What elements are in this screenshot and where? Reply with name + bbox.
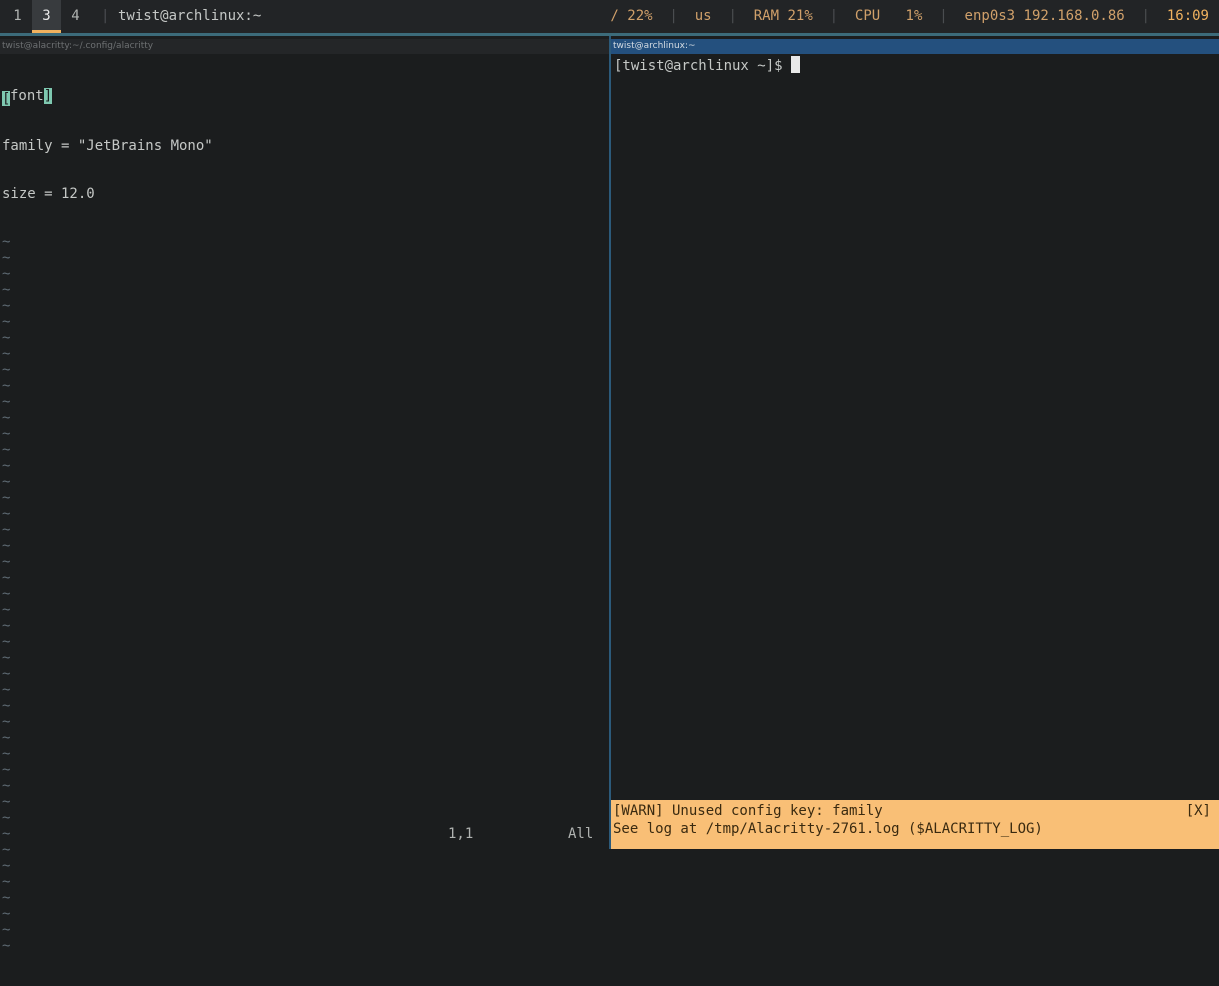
workspace-1-button[interactable]: 1 [3, 0, 32, 33]
cpu-label: CPU [854, 8, 881, 24]
vim-tilde-line: ~ [2, 762, 11, 778]
vim-tilde-line: ~ [2, 394, 11, 410]
vim-line-3: size = 12.0 [2, 186, 95, 202]
vim-tilde-line: ~ [2, 794, 11, 810]
vim-tilde-line: ~ [2, 826, 11, 842]
vim-tilde-line: ~ [2, 714, 11, 730]
vim-tilde-line: ~ [2, 442, 11, 458]
vim-tilde-line: ~ [2, 650, 11, 666]
shell-terminal-pane[interactable]: twist@archlinux:~ [twist@archlinux ~]$ [… [611, 36, 1219, 849]
disk-usage: / 22% [610, 8, 653, 24]
network-status: enp0s3 192.168.0.86 [964, 8, 1125, 24]
vim-line-2: family = "JetBrains Mono" [2, 138, 213, 154]
workspace-4-button[interactable]: 4 [61, 0, 90, 33]
vim-tilde-line: ~ [2, 682, 11, 698]
vim-tilde-line: ~ [2, 266, 11, 282]
vim-tilde-line: ~ [2, 922, 11, 938]
vim-tilde-line: ~ [2, 362, 11, 378]
vim-terminal-pane[interactable]: twist@alacritty:~/.config/alacritty [fon… [0, 36, 609, 954]
vim-cursor-position: 1,1 [448, 826, 474, 842]
vim-empty-lines: ~ ~ ~ ~ ~ ~ ~ ~ ~ ~ ~ ~ ~ ~ ~ ~ ~ ~ ~ ~ ~ ~ ~ ~ ~ ~ ~ ~ ~ ~ ~ ~ ~ ~ ~ ~ ~ ~ ~ ~… [2, 234, 213, 954]
vim-cursor: [ [2, 91, 11, 107]
vim-tilde-line: ~ [2, 778, 11, 794]
vim-tilde-line: ~ [2, 234, 11, 250]
vim-tilde-line: ~ [2, 250, 11, 266]
shell-prompt-line[interactable]: [twist@archlinux ~]$ [614, 56, 800, 74]
shell-prompt: [twist@archlinux ~]$ [614, 58, 783, 74]
ram-usage: RAM 21% [753, 8, 813, 24]
vim-buffer[interactable]: [font] family = "JetBrains Mono" size = … [2, 56, 213, 986]
vim-tilde-line: ~ [2, 410, 11, 426]
vim-tilde-line: ~ [2, 602, 11, 618]
vim-tilde-line: ~ [2, 938, 11, 954]
warning-bar: [WARN] Unused config key: family [X] See… [611, 800, 1219, 849]
left-pane-title: twist@alacritty:~/.config/alacritty [0, 39, 609, 54]
window-title: twist@archlinux:~ [118, 8, 262, 24]
vim-tilde-line: ~ [2, 458, 11, 474]
vim-line-1: [font] [2, 88, 213, 107]
vim-tilde-line: ~ [2, 538, 11, 554]
vim-tilde-line: ~ [2, 618, 11, 634]
vim-tilde-line: ~ [2, 810, 11, 826]
vim-tilde-line: ~ [2, 874, 11, 890]
vim-scroll-position: All [568, 826, 594, 842]
vim-section-key: font [10, 88, 44, 104]
vim-tilde-line: ~ [2, 634, 11, 650]
warning-message: [WARN] Unused config key: family [613, 803, 883, 819]
vim-tilde-line: ~ [2, 282, 11, 298]
vim-tilde-line: ~ [2, 474, 11, 490]
status-bar: 1 3 4 | twist@archlinux:~ / 22% | us | R… [0, 0, 1219, 33]
system-status: / 22% | us | RAM 21% | CPU 1% | enp0s3 1… [610, 8, 1209, 24]
vim-tilde-line: ~ [2, 730, 11, 746]
right-pane-title: twist@archlinux:~ [611, 39, 1219, 54]
vim-tilde-line: ~ [2, 906, 11, 922]
warning-close-button[interactable]: [X] [1186, 803, 1211, 819]
vim-tilde-line: ~ [2, 842, 11, 858]
shell-cursor [790, 56, 800, 73]
clock: 16:09 [1166, 8, 1209, 24]
vim-tilde-line: ~ [2, 586, 11, 602]
vim-tilde-line: ~ [2, 554, 11, 570]
vim-tilde-line: ~ [2, 522, 11, 538]
cpu-usage: 1% [905, 8, 923, 24]
bar-separator: | [101, 8, 110, 24]
keyboard-layout: us [694, 8, 712, 24]
vim-tilde-line: ~ [2, 314, 11, 330]
vim-tilde-line: ~ [2, 330, 11, 346]
vim-tilde-line: ~ [2, 570, 11, 586]
vim-tilde-line: ~ [2, 858, 11, 874]
vim-tilde-line: ~ [2, 378, 11, 394]
vim-tilde-line: ~ [2, 666, 11, 682]
vim-tilde-line: ~ [2, 746, 11, 762]
vim-tilde-line: ~ [2, 506, 11, 522]
vim-tilde-line: ~ [2, 890, 11, 906]
vim-tilde-line: ~ [2, 346, 11, 362]
vim-bracket-match: ] [43, 88, 53, 104]
vim-tilde-line: ~ [2, 298, 11, 314]
vim-tilde-line: ~ [2, 490, 11, 506]
vim-tilde-line: ~ [2, 426, 11, 442]
workspace-3-button[interactable]: 3 [32, 0, 61, 33]
vim-tilde-line: ~ [2, 698, 11, 714]
warning-log-path: See log at /tmp/Alacritty-2761.log ($ALA… [613, 821, 1043, 837]
